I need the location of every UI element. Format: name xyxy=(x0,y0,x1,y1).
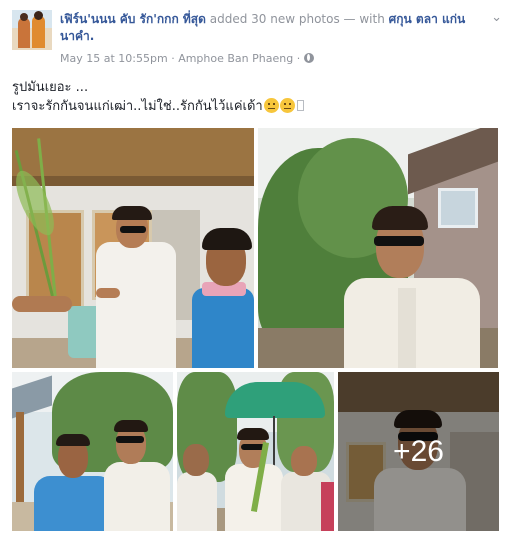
photo-1[interactable] xyxy=(12,128,254,368)
photo-4[interactable] xyxy=(177,372,334,531)
post-meta: May 15 at 10:55pm · Amphoe Ban Phaeng · xyxy=(60,52,314,65)
author-name-link[interactable]: เฟิร์น'นนน คับ รัก'กกก ที่สุด xyxy=(60,12,206,26)
missing-glyph-icon xyxy=(296,100,304,111)
with-text: — with xyxy=(343,12,385,26)
meta-separator: · xyxy=(171,52,175,65)
relieved-emoji-icon xyxy=(279,98,295,113)
photo-2[interactable] xyxy=(258,128,498,368)
caption-line-1: รูปมันเยอะ ... xyxy=(12,80,89,95)
location-link[interactable]: Amphoe Ban Phaeng xyxy=(178,52,293,65)
meta-separator-2: · xyxy=(296,52,301,65)
more-photos-overlay[interactable]: +26 xyxy=(338,372,499,531)
post-caption: รูปมันเยอะ ... เราจะรักกันจนแก่เฒ่า..ไม่… xyxy=(12,78,492,116)
globe-icon[interactable] xyxy=(303,53,314,63)
photo-5[interactable]: +26 xyxy=(338,372,499,531)
action-text: added 30 new photos xyxy=(209,12,340,26)
post-header: เฟิร์น'นนน คับ รัก'กกก ที่สุด added 30 n… xyxy=(12,10,502,70)
photo-3[interactable] xyxy=(12,372,173,531)
caption-line-2: เราจะรักกันจนแก่เฒ่า..ไม่ใช่..รักกันไว้แ… xyxy=(12,99,263,114)
timestamp-link[interactable]: May 15 at 10:55pm xyxy=(60,52,168,65)
chevron-down-icon[interactable]: ⌄ xyxy=(491,10,502,25)
post-headline: เฟิร์น'นนน คับ รัก'กกก ที่สุด added 30 n… xyxy=(60,11,480,45)
author-avatar[interactable] xyxy=(12,10,52,50)
smile-emoji-icon xyxy=(263,98,279,113)
